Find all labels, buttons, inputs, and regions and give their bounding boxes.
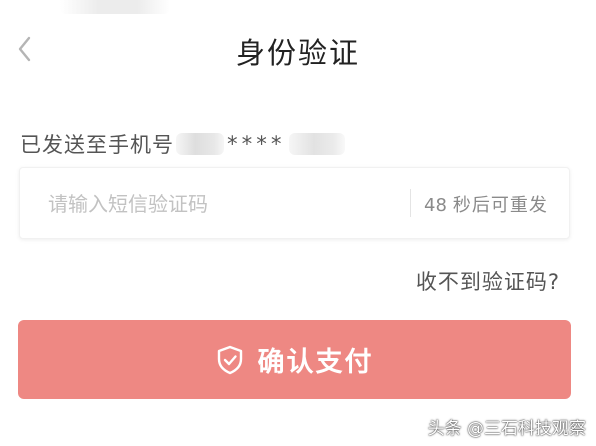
page-title: 身份验证 <box>235 36 360 70</box>
phone-label: 已发送至手机号 <box>20 133 174 157</box>
phone-info: 已发送至手机号 **** <box>20 131 345 157</box>
phone-blur-right <box>288 133 345 155</box>
verification-code-box: 48秒后可重发 <box>19 167 570 239</box>
confirm-button-label: 确认支付 <box>257 347 374 378</box>
watermark: 头条 @三石科技观察 <box>427 419 586 439</box>
verification-code-input[interactable] <box>48 188 388 220</box>
status-bar-blur <box>60 0 170 14</box>
confirm-payment-button[interactable]: 确认支付 <box>18 320 571 399</box>
phone-blur-left <box>176 133 224 155</box>
countdown-suffix: 秒后可重发 <box>452 195 548 216</box>
input-divider <box>410 189 411 217</box>
countdown-seconds: 48 <box>424 195 447 216</box>
resend-countdown[interactable]: 48 秒后可重发 <box>424 191 548 217</box>
no-code-link[interactable]: 收不到验证码? <box>416 266 560 296</box>
phone-masked-digits: **** <box>226 132 285 156</box>
shield-check-icon <box>216 345 244 375</box>
